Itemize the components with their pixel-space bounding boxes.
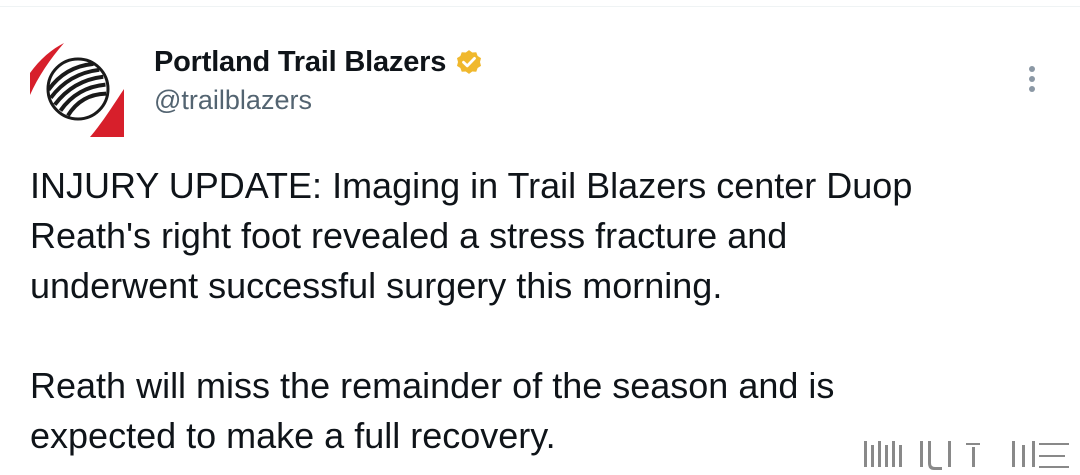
tweet-card: Portland Trail Blazers @trailblazers INJ… bbox=[0, 7, 1080, 473]
verified-badge-icon bbox=[457, 50, 482, 74]
tweet-paragraph: INJURY UPDATE: Imaging in Trail Blazers … bbox=[30, 165, 913, 306]
author-name-row[interactable]: Portland Trail Blazers bbox=[154, 45, 484, 79]
top-divider bbox=[0, 0, 1080, 7]
watermark-glyphs bbox=[864, 441, 1069, 470]
more-options-icon[interactable] bbox=[1016, 61, 1048, 97]
avatar[interactable] bbox=[30, 37, 124, 137]
trail-blazers-logo-icon bbox=[30, 37, 124, 137]
tweet-text: INJURY UPDATE: Imaging in Trail Blazers … bbox=[30, 161, 1050, 461]
display-name[interactable]: Portland Trail Blazers bbox=[154, 46, 446, 79]
handle[interactable]: @trailblazers bbox=[154, 85, 312, 116]
